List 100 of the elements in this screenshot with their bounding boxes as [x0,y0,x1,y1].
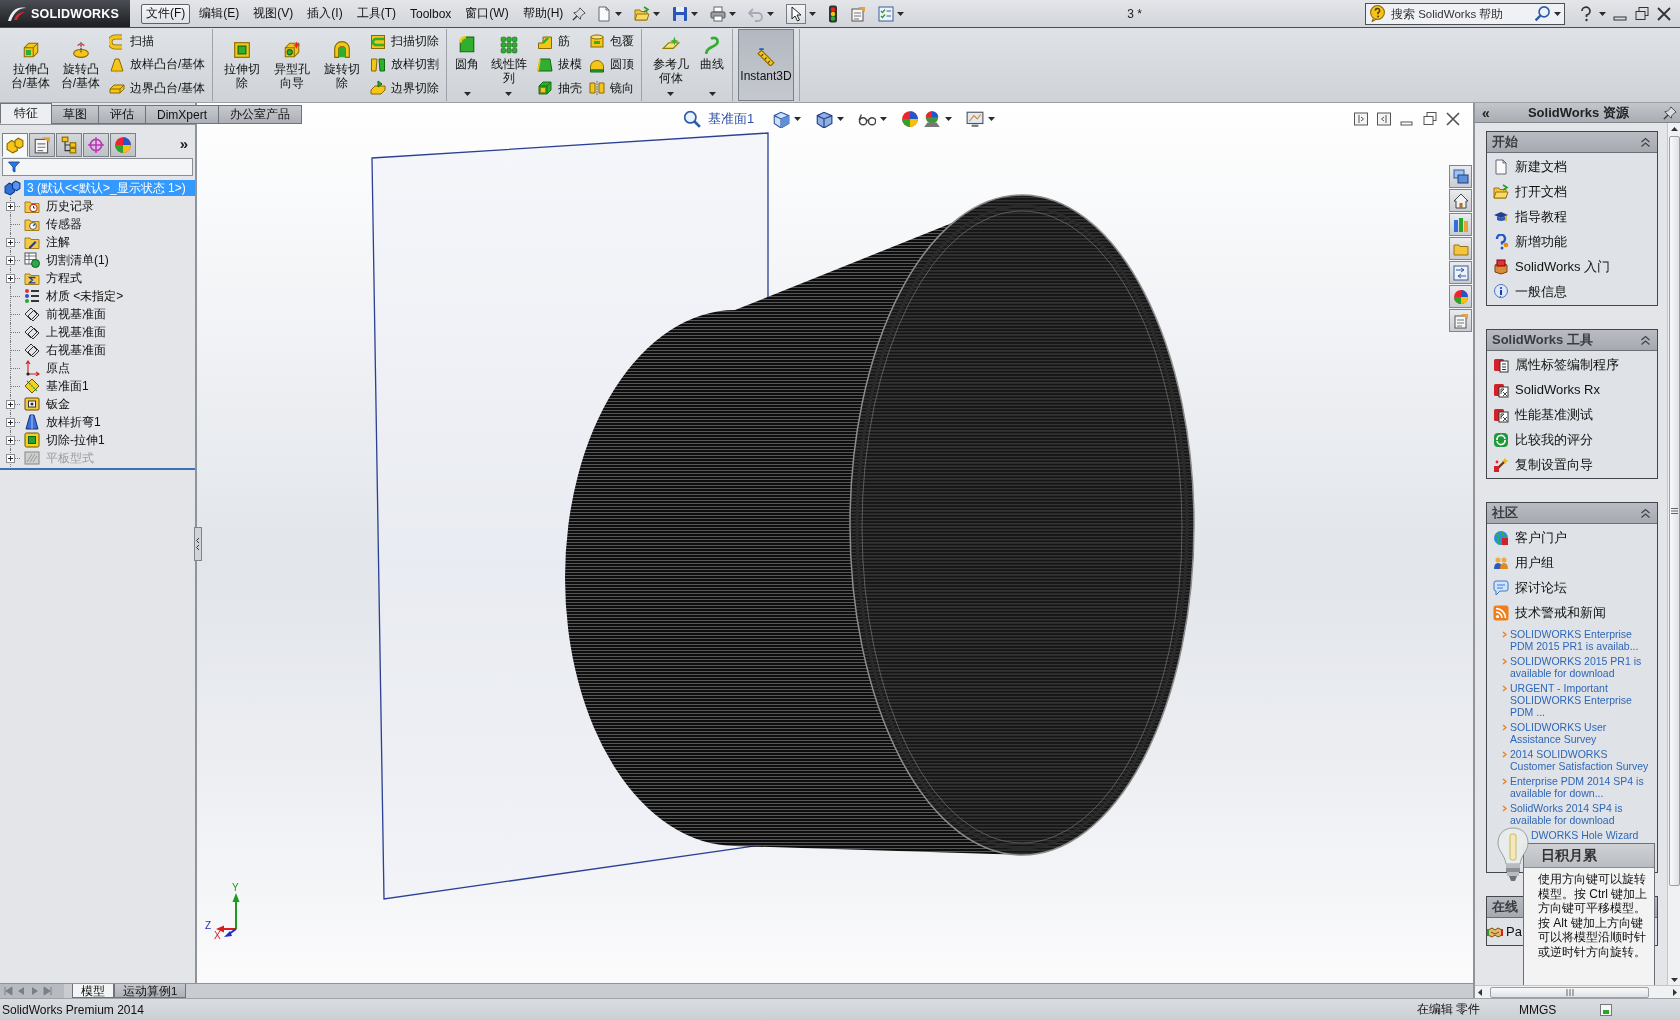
cylinder-drawing[interactable] [565,194,1195,856]
document-icon[interactable] [850,5,867,22]
resource-link[interactable]: 指导教程 [1491,204,1569,229]
resource-link[interactable]: 属性标签编制程序 [1491,352,1621,377]
caret-icon[interactable] [897,11,905,16]
help-icon[interactable] [1579,5,1593,22]
ribbon-button[interactable]: 放样切割 [368,54,442,76]
splitter-handle[interactable] [194,527,202,561]
resource-link[interactable]: 打开文档 [1491,179,1569,204]
panel-tab[interactable] [29,133,55,157]
ribbon-button[interactable]: 曲线 [697,29,728,101]
news-link[interactable]: 2014 SOLIDWORKS Customer Satisfaction Survey [1510,748,1651,772]
down-arrow-icon[interactable] [1670,978,1678,982]
caret-icon[interactable] [463,92,471,96]
pushpin-icon[interactable] [572,6,587,21]
menu-item[interactable]: 编辑(E) [194,3,245,24]
resource-link[interactable]: 客户门户 [1491,525,1569,550]
tab[interactable]: 特征 [0,103,52,124]
ribbon-button[interactable]: 异型孔向导 [268,29,316,101]
ribbon-button[interactable]: 扫描切除 [368,31,442,53]
resource-link[interactable]: 探讨论坛 [1491,575,1569,600]
floppy-icon[interactable] [672,5,689,22]
checklist-icon[interactable] [878,5,895,22]
expand-button[interactable] [6,202,15,211]
ribbon-button[interactable]: 圆顶 [587,54,637,76]
caret-icon[interactable] [837,117,844,121]
left-arrow-icon[interactable] [1478,988,1482,996]
right-arrow-icon[interactable] [1673,988,1677,996]
task-pane-tab[interactable] [1449,165,1472,188]
resource-link[interactable]: 性能基准测试 [1491,402,1595,427]
news-link[interactable]: SOLIDWORKS 2015 PR1 is available for download [1510,655,1651,679]
caret-icon[interactable] [691,11,699,16]
panel-tab[interactable] [110,133,136,157]
traffic-light-icon[interactable] [828,4,839,23]
panel-tab[interactable] [83,133,109,157]
search-box[interactable]: 搜索 SolidWorks 帮助 [1365,2,1565,25]
expand-button[interactable] [6,238,15,247]
section-header[interactable]: 社区 [1487,503,1657,524]
news-link[interactable]: SOLIDWORKS Enterprise PDM 2015 PR1 is availab... [1510,628,1651,652]
panel-tab[interactable] [56,133,82,157]
expand-button[interactable] [6,256,15,265]
tree-item[interactable]: 钣金 [44,396,72,412]
collapse-button[interactable]: « [1478,104,1494,121]
caret-icon[interactable] [708,92,716,96]
cube-icon[interactable] [772,110,790,128]
scrollbar-thumb[interactable] [1490,986,1649,998]
ribbon-button[interactable]: 参考几何体 [647,29,695,101]
caret-icon[interactable] [1599,11,1606,16]
color-ball-icon[interactable] [901,110,919,128]
collapse-icon[interactable] [1640,507,1651,519]
tree-item[interactable]: 方程式 [44,270,84,286]
tab[interactable]: 草图 [51,105,99,124]
tree-item[interactable]: 上视基准面 [44,324,108,340]
select-button[interactable] [786,3,807,24]
tree-item[interactable]: 材质 <未指定> [44,288,126,304]
ribbon-button[interactable]: Instant3D [738,29,794,101]
news-link[interactable]: URGENT - Important SOLIDWORKS Enterprise PDM ... [1510,682,1651,718]
ribbon-button[interactable]: 边界切除 [368,77,442,99]
caret-icon[interactable] [988,117,995,121]
resource-link[interactable]: 新增功能 [1491,229,1569,254]
resource-link[interactable]: 新建文档 [1491,154,1569,179]
menu-item[interactable]: 视图(V) [248,3,299,24]
more-button[interactable]: » [174,135,193,152]
tab[interactable]: 办公室产品 [218,105,302,124]
search-field[interactable]: 搜索 SolidWorks 帮助 [1389,4,1531,23]
caret-icon[interactable] [880,117,887,121]
tab[interactable]: 评估 [98,105,146,124]
printer-icon[interactable] [710,5,727,22]
scrollbar[interactable] [1667,123,1680,985]
ribbon-button[interactable]: 拔模 [535,54,585,76]
tree-item[interactable]: 右视基准面 [44,342,108,358]
task-pane-tab[interactable] [1449,213,1472,236]
resource-link[interactable]: Pa [1487,919,1522,944]
ribbon-button[interactable]: 旋转切除 [318,29,366,101]
ribbon-button[interactable]: 旋转凸台/基体 [57,29,104,101]
pushpin-icon[interactable] [1663,105,1677,120]
menu-item[interactable]: 窗口(W) [460,3,514,24]
task-pane-tab[interactable] [1449,189,1472,212]
tab[interactable]: DimXpert [145,105,219,124]
unit-system[interactable]: MMGS [1519,1002,1557,1017]
menu-item[interactable]: 插入(I) [302,3,348,24]
tree-item[interactable]: 切除-拉伸1 [44,432,107,448]
expand-button[interactable] [6,454,15,463]
resource-link[interactable]: 技术警戒和新闻 [1491,600,1608,625]
news-link[interactable]: DWORKS Hole Wizard [1531,829,1639,841]
caret-icon[interactable] [809,11,817,16]
expand-button[interactable] [6,436,15,445]
up-arrow-icon[interactable] [1670,127,1678,131]
panel-tab[interactable] [2,133,28,157]
tree-item[interactable]: 放样折弯1 [44,414,103,430]
tab[interactable]: 模型 [72,984,114,998]
magnifier-icon[interactable] [683,110,701,128]
tab[interactable]: 运动算例1 [114,984,187,998]
ribbon-button[interactable]: 圆角 [452,29,483,101]
caret-icon[interactable] [505,92,513,96]
section-header[interactable]: 开始 [1487,132,1657,153]
tree-item[interactable]: 切割清单(1) [44,252,111,268]
menu-item[interactable]: 文件(F) [141,3,191,24]
caret-icon[interactable] [1554,11,1561,16]
ribbon-button[interactable]: 拉伸凸台/基体 [7,29,54,101]
